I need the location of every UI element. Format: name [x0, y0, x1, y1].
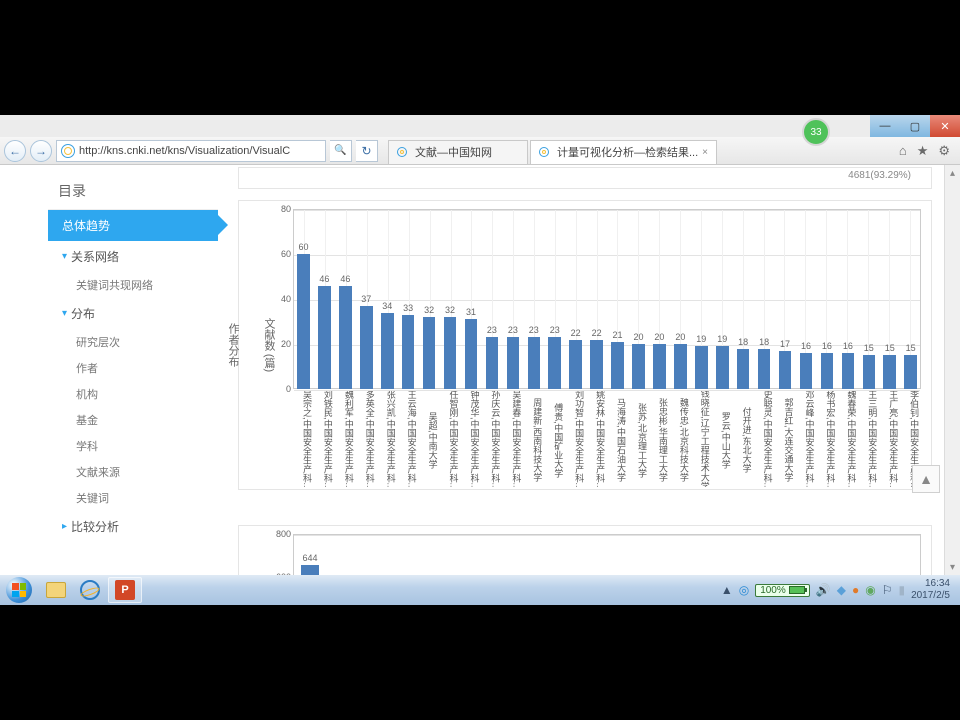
toc-sidebar: 目录 总体趋势 ▾关系网络 关键词共现网络 ▾分布 研究层次 作者 机构 基金 … [48, 173, 218, 542]
taskbar-powerpoint[interactable]: P [108, 577, 142, 603]
favorites-icon[interactable]: ★ [917, 143, 929, 159]
powerpoint-icon: P [115, 580, 135, 600]
address-bar[interactable]: http://kns.cnki.net/kns/Visualization/Vi… [56, 140, 326, 162]
tray-icon-3[interactable]: ◉ [865, 583, 875, 597]
url-text: http://kns.cnki.net/kns/Visualization/Vi… [79, 145, 290, 157]
sidebar-sub-keyword[interactable]: 关键词 [48, 485, 218, 511]
folder-icon [46, 582, 66, 598]
tab-label: 计量可视化分析—检索结果... [557, 144, 698, 160]
ie-icon [80, 580, 100, 600]
clock-time: 16:34 [911, 578, 950, 590]
sidebar-sub-research-level[interactable]: 研究层次 [48, 329, 218, 355]
page-viewport: 目录 总体趋势 ▾关系网络 关键词共现网络 ▾分布 研究层次 作者 机构 基金 … [0, 165, 960, 575]
battery-text: 100% [760, 585, 786, 596]
system-tray: ▲ ◎ 100% 🔊 ◆ ● ◉ ⚐ ▮ 16:34 2017/2/5 [721, 578, 956, 602]
panel-author-distribution: 作者分布 文献数 (篇) 020406080 60464637343332323… [238, 200, 932, 490]
chevron-down-icon: ▾ [62, 251, 67, 262]
chart-bars: 644 [293, 534, 921, 575]
letterbox-bottom [0, 605, 960, 720]
battery-icon [789, 586, 805, 594]
tab-icon [397, 147, 407, 157]
sidebar-sub-author[interactable]: 作者 [48, 355, 218, 381]
tab-icon [539, 147, 549, 157]
toc-title: 目录 [48, 173, 218, 210]
sidebar-sub-institution[interactable]: 机构 [48, 381, 218, 407]
sidebar-sub-subject[interactable]: 学科 [48, 433, 218, 459]
back-button[interactable]: ← [4, 140, 26, 162]
network-icon[interactable]: ▮ [898, 583, 905, 597]
panel-institution-distribution: 机构分布 文献数 (篇) 200400600800 644 [238, 525, 932, 575]
y-ticks: 200400600800 [271, 534, 291, 575]
vertical-scrollbar[interactable]: ▴ ▾ [944, 165, 960, 575]
panel-label-author: 作者分布 [225, 323, 241, 367]
taskbar-ie[interactable] [74, 577, 106, 603]
battery-indicator[interactable]: 100% [755, 584, 810, 597]
search-button[interactable]: 🔍 [330, 140, 352, 162]
sidebar-item-distribution[interactable]: ▾分布 [48, 298, 218, 329]
minimize-button[interactable]: — [870, 115, 900, 137]
clock-date: 2017/2/5 [911, 590, 950, 602]
refresh-button[interactable]: ↻ [356, 140, 378, 162]
action-center-icon[interactable]: ⚐ [882, 583, 893, 597]
window-controls: — ▢ ✕ [870, 115, 960, 137]
close-button[interactable]: ✕ [930, 115, 960, 137]
scroll-down-icon[interactable]: ▾ [945, 559, 960, 575]
scroll-up-icon[interactable]: ▴ [945, 165, 960, 181]
tray-shield-icon[interactable]: ◎ [739, 583, 749, 597]
panel-summary-stub: 4681(93.29%) [238, 167, 932, 189]
sidebar-sub-keyword-cooccur[interactable]: 关键词共现网络 [48, 272, 218, 298]
y-ticks: 020406080 [275, 209, 291, 389]
chevron-right-icon: ▸ [62, 521, 67, 532]
maximize-button[interactable]: ▢ [900, 115, 930, 137]
sidebar-item-compare[interactable]: ▸比较分析 [48, 511, 218, 542]
letterbox-top [0, 0, 960, 115]
tab-close-icon[interactable]: × [702, 147, 708, 158]
gear-icon[interactable]: ⚙ [938, 143, 950, 159]
tab-visual-analysis[interactable]: 计量可视化分析—检索结果... × [530, 140, 717, 164]
volume-icon[interactable]: 🔊 [816, 583, 831, 597]
windows-taskbar: P ▲ ◎ 100% 🔊 ◆ ● ◉ ⚐ ▮ 16:34 2017/2/5 [0, 575, 960, 605]
sidebar-item-overall-trend[interactable]: 总体趋势 [48, 210, 218, 241]
chart-bars: 6046463734333232312323232322222120202019… [293, 209, 921, 389]
sidebar-sub-fund[interactable]: 基金 [48, 407, 218, 433]
start-button[interactable] [4, 577, 38, 603]
tab-strip: 文献—中国知网 计量可视化分析—检索结果... × [388, 138, 719, 164]
sidebar-item-network[interactable]: ▾关系网络 [48, 241, 218, 272]
ie-icon [61, 144, 75, 158]
toolbar-right: ⌂ ★ ⚙ [899, 143, 956, 159]
tab-label: 文献—中国知网 [415, 144, 492, 160]
taskbar-clock[interactable]: 16:34 2017/2/5 [911, 578, 950, 602]
summary-value: 4681(93.29%) [848, 170, 911, 181]
sidebar-sub-source[interactable]: 文献来源 [48, 459, 218, 485]
taskbar-explorer[interactable] [40, 577, 72, 603]
forward-button[interactable]: → [30, 140, 52, 162]
home-icon[interactable]: ⌂ [899, 143, 907, 159]
tray-icon-2[interactable]: ● [852, 583, 859, 597]
tray-icon-1[interactable]: ◆ [837, 583, 846, 597]
scroll-to-top-button[interactable]: ▲ [912, 465, 940, 493]
x-categories: 吴宗之,中国安全生产科...刘铁民,中国安全生产科...魏利军,中国安全生产科.… [293, 391, 921, 487]
chevron-down-icon: ▾ [62, 308, 67, 319]
tray-up-icon[interactable]: ▲ [721, 583, 733, 597]
update-badge[interactable]: 33 [802, 118, 830, 146]
tab-cnki-doc[interactable]: 文献—中国知网 [388, 140, 528, 164]
